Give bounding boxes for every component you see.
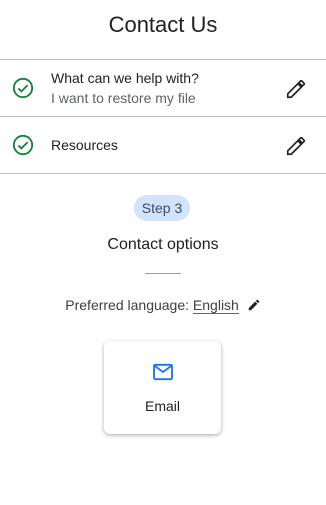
email-option-card[interactable]: Email [104, 341, 221, 434]
pencil-icon[interactable] [285, 135, 307, 157]
divider [0, 173, 326, 174]
step-title: What can we help with? [51, 70, 199, 86]
step-row-help-topic: What can we help with? I want to restore… [0, 59, 326, 116]
divider [145, 273, 181, 274]
check-circle-icon [12, 134, 34, 156]
page-title: Contact Us [108, 12, 218, 37]
pencil-icon[interactable] [247, 298, 261, 312]
step-title-contact-options: Contact options [107, 236, 219, 253]
step-row-resources: Resources [0, 116, 326, 173]
pencil-icon[interactable] [285, 78, 307, 100]
step-badge: Step 3 [134, 195, 190, 221]
language-selector[interactable]: English [192, 297, 239, 314]
mail-icon [153, 363, 173, 381]
check-circle-icon [12, 77, 34, 99]
step-answer: I want to restore my file [51, 90, 196, 106]
step-title: Resources [51, 137, 118, 153]
language-label: Preferred language: [65, 297, 190, 313]
email-option-label: Email [144, 398, 180, 414]
preferred-language-row: Preferred language: English [0, 297, 326, 314]
